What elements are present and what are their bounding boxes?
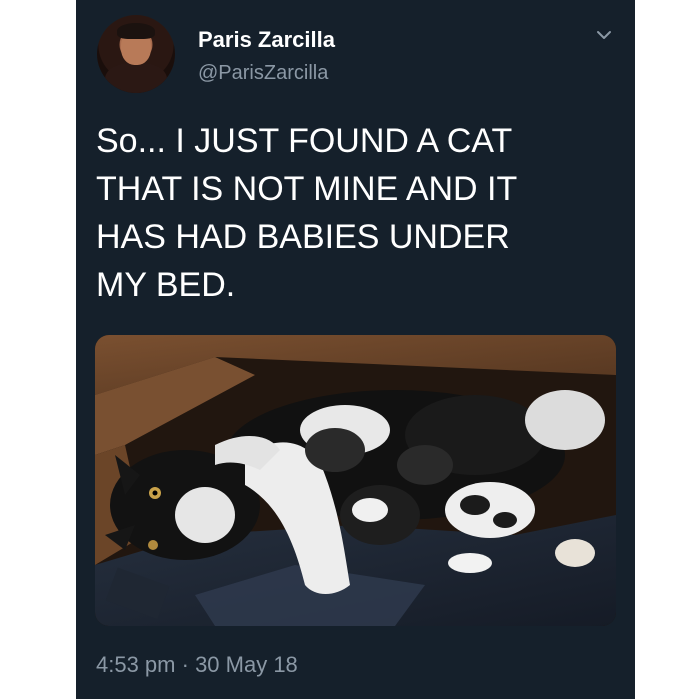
tweet-date: 30 May 18	[195, 652, 298, 677]
avatar-hair-shape	[117, 23, 155, 39]
timestamp-separator: ·	[175, 652, 196, 677]
tweet-photo[interactable]	[95, 335, 616, 626]
tweet-timestamp[interactable]: 4:53 pm · 30 May 18	[96, 652, 298, 678]
avatar-body-shape	[105, 63, 167, 93]
tweet-card: Paris Zarcilla @ParisZarcilla So... I JU…	[76, 0, 635, 699]
author-display-name[interactable]: Paris Zarcilla	[198, 27, 335, 53]
avatar[interactable]	[97, 15, 175, 93]
author-handle[interactable]: @ParisZarcilla	[198, 62, 328, 85]
chevron-down-icon[interactable]	[593, 24, 615, 46]
tweet-text: So... I JUST FOUND A CAT THAT IS NOT MIN…	[96, 122, 518, 304]
cat-with-kittens-photo	[95, 335, 616, 626]
tweet-time: 4:53 pm	[96, 652, 176, 677]
